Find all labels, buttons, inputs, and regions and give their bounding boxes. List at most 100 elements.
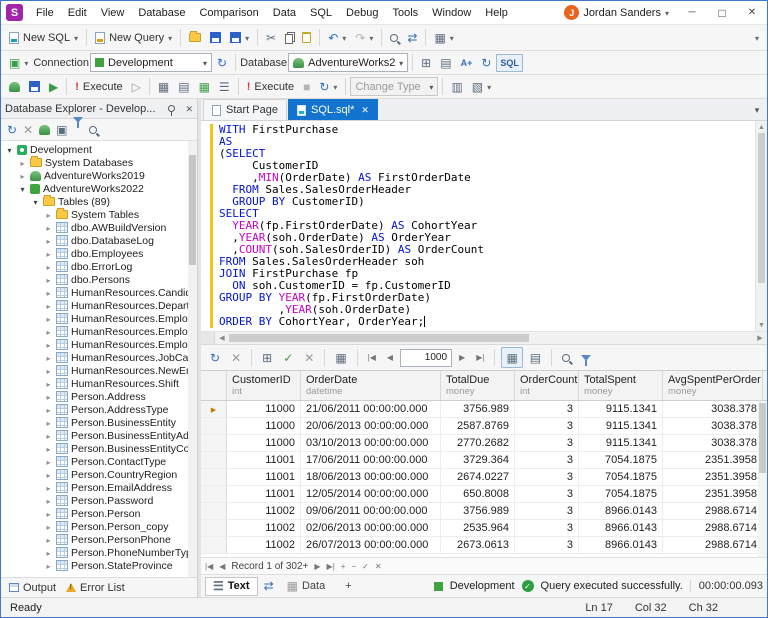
tree-item[interactable]: Person.PhoneNumberType [1, 546, 197, 559]
search-icon[interactable] [89, 125, 98, 134]
tree-item[interactable]: Person.Password [1, 494, 197, 507]
table-row[interactable]: 11002 02/06/2013 00:00:00.000 2535.964 3 896… [201, 520, 767, 537]
page-size-input[interactable]: 1000 [400, 348, 453, 367]
tree-item[interactable]: HumanResources.Candidate [1, 286, 197, 299]
delete-record-icon[interactable]: − [351, 562, 356, 571]
tree-expander-icon[interactable] [44, 326, 53, 338]
export-button[interactable]: ⊞ [258, 347, 276, 368]
close-button[interactable] [737, 1, 767, 25]
database-select[interactable]: AdventureWorks20... [288, 53, 409, 72]
pin-icon[interactable] [168, 105, 176, 116]
add-view-tab[interactable]: + [338, 577, 358, 596]
menu-item[interactable]: Tools [385, 1, 425, 25]
table-cell[interactable]: 3 [515, 401, 579, 417]
table-cell[interactable]: 2988.6714 [663, 520, 763, 536]
tree-expander-icon[interactable] [44, 248, 53, 260]
rollback-button[interactable]: ✕ [300, 347, 318, 368]
menu-item[interactable]: Debug [339, 1, 385, 25]
table-row[interactable]: 11002 09/06/2011 00:00:00.000 3756.989 3 896… [201, 503, 767, 520]
table-cell[interactable]: 9115.1341 [579, 435, 663, 451]
table-cell[interactable]: 3038.378 [663, 435, 763, 451]
tree-expander-icon[interactable] [44, 339, 53, 351]
data-view-tab[interactable]: ▦ Data [280, 577, 333, 596]
tree-expander-icon[interactable] [44, 456, 53, 468]
table-cell[interactable]: 3 [515, 537, 579, 553]
tree-expander-icon[interactable] [44, 469, 53, 481]
tree-expander-icon[interactable] [44, 482, 53, 494]
open-file-button[interactable] [185, 27, 205, 48]
results-text-button[interactable]: ☰ [215, 76, 234, 97]
minimize-button[interactable] [677, 1, 707, 25]
scrollbar-thumb[interactable] [189, 155, 196, 265]
menu-item[interactable]: Window [425, 1, 478, 25]
plug-icon[interactable]: ▣ [56, 124, 67, 136]
tree-expander-icon[interactable] [44, 300, 53, 312]
tree-item[interactable]: dbo.AWBuildVersion [1, 221, 197, 234]
close-panel-icon[interactable] [185, 103, 193, 115]
filter-wrap-icon[interactable] [73, 116, 84, 137]
table-cell[interactable]: 2988.6714 [663, 537, 763, 553]
connection-select[interactable]: Development [90, 53, 213, 72]
table-row[interactable]: 11000 20/06/2013 00:00:00.000 2587.8769 3 91… [201, 418, 767, 435]
table-cell[interactable]: 7054.1875 [579, 486, 663, 502]
tree-item[interactable]: Person.AddressType [1, 403, 197, 416]
menu-item[interactable]: View [94, 1, 132, 25]
tree-expander-icon[interactable] [18, 170, 27, 182]
table-row[interactable]: 11001 12/05/2014 00:00:00.000 650.8008 3 705… [201, 486, 767, 503]
save-all-button[interactable] [226, 27, 253, 48]
refresh-results-button[interactable]: ↻ [206, 347, 224, 368]
tree-item[interactable]: HumanResources.Employeel [1, 338, 197, 351]
menu-item[interactable]: Database [131, 1, 192, 25]
table-cell[interactable]: 02/06/2013 00:00:00.000 [301, 520, 441, 536]
table-cell[interactable]: 2535.964 [441, 520, 515, 536]
row-header[interactable] [201, 401, 227, 417]
tree-item[interactable]: System Databases [1, 156, 197, 169]
redo-button[interactable]: ↷ [351, 27, 377, 48]
tree-item[interactable]: System Tables [1, 208, 197, 221]
commit-button[interactable]: ✓ [279, 347, 297, 368]
table-cell[interactable]: 3729.364 [441, 452, 515, 468]
db-sync-button[interactable] [5, 76, 24, 97]
table-cell[interactable]: 12/05/2014 00:00:00.000 [301, 486, 441, 502]
refresh-schema-button[interactable]: ↻ [477, 52, 495, 73]
editor-tab[interactable]: SQL.sql* [287, 99, 378, 120]
statistics-button[interactable]: ▤ [174, 76, 193, 97]
save-button[interactable] [206, 27, 225, 48]
disconnect-icon[interactable]: ✕ [23, 124, 33, 136]
search-results-button[interactable] [558, 347, 574, 368]
card-view-button[interactable]: ▤ [526, 347, 545, 368]
tree-scrollbar[interactable] [188, 141, 197, 577]
table-cell[interactable]: 3 [515, 418, 579, 434]
table-cell[interactable]: 3038.378 [663, 418, 763, 434]
tree-item[interactable]: HumanResources.Departme [1, 299, 197, 312]
table-row[interactable]: 11000 03/10/2013 00:00:00.000 2770.2682 3 91… [201, 435, 767, 452]
table-cell[interactable]: 3756.989 [441, 503, 515, 519]
row-header[interactable] [201, 503, 227, 519]
db-save-button[interactable] [25, 76, 44, 97]
tree-expander-icon[interactable] [18, 183, 27, 195]
table-cell[interactable]: 8966.0143 [579, 520, 663, 536]
tree-expander-icon[interactable] [44, 222, 53, 234]
results-grid-button[interactable]: ▦ [195, 76, 214, 97]
row-header[interactable] [201, 537, 227, 553]
menu-item[interactable]: Help [478, 1, 515, 25]
pivot-button[interactable]: ▦ [331, 347, 350, 368]
table-cell[interactable]: 9115.1341 [579, 401, 663, 417]
table-cell[interactable]: 11002 [227, 520, 301, 536]
table-cell[interactable]: 7054.1875 [579, 452, 663, 468]
row-header[interactable] [201, 452, 227, 468]
tree-item[interactable]: Person.ContactType [1, 455, 197, 468]
row-header[interactable] [201, 418, 227, 434]
new-connection-icon[interactable] [39, 124, 51, 135]
execute-current-button[interactable]: Execute [243, 76, 298, 97]
tree-expander-icon[interactable] [44, 521, 53, 533]
last-record-icon[interactable]: ▶| [327, 562, 335, 571]
maximize-button[interactable] [707, 1, 737, 25]
tab-list-dropdown[interactable] [749, 100, 765, 120]
row-header[interactable] [201, 469, 227, 485]
table-cell[interactable]: 3756.989 [441, 401, 515, 417]
query-plan-button[interactable]: ▦ [154, 76, 173, 97]
table-cell[interactable]: 2770.2682 [441, 435, 515, 451]
table-cell[interactable]: 3 [515, 520, 579, 536]
column-header[interactable]: TotalSpent money [579, 371, 663, 400]
